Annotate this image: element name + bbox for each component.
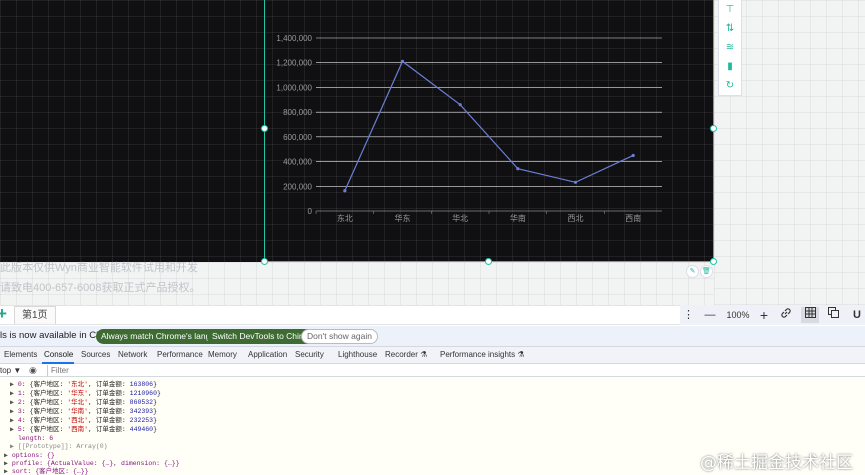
data-point[interactable]	[400, 59, 405, 63]
series-line	[344, 60, 634, 192]
license-notice-line-2: 请致电400-657-6008获取正式产品授权。	[0, 282, 201, 294]
x-tick-label: 华北	[452, 213, 468, 223]
language-info-bar: ls is now available in Chinese! Always m…	[0, 326, 865, 347]
console-row[interactable]: ▶ 4: {客户地区: '西北', 订单金额: 232253}	[10, 417, 157, 425]
copy-icon[interactable]	[826, 307, 840, 323]
tab-network[interactable]: Network	[118, 350, 147, 359]
link-icon[interactable]	[779, 307, 793, 323]
line-chart[interactable]: 0 200,000 400,000 600,000 800,000 1,000,000 1,…	[264, 0, 714, 262]
sort-icon[interactable]: ⇅	[719, 19, 741, 38]
y-tick-label: 400,000	[283, 158, 312, 167]
tab-lighthouse[interactable]: Lighthouse	[338, 350, 377, 359]
grid-icon[interactable]	[801, 307, 819, 323]
refresh-icon[interactable]: ↻	[719, 76, 741, 95]
zoom-out-button[interactable]: —	[703, 307, 717, 323]
tab-sources[interactable]: Sources	[81, 350, 110, 359]
y-tick-label: 1,000,000	[276, 83, 312, 92]
array-length: length: 6	[18, 435, 54, 442]
devtools-tabs: Elements Console Sources Network Perform…	[0, 347, 865, 364]
data-point[interactable]	[458, 103, 462, 107]
y-tick-label: 600,000	[283, 133, 312, 142]
tab-console[interactable]: Console	[44, 350, 73, 359]
filter-icon[interactable]: ⊤	[719, 0, 741, 19]
console-row[interactable]: ▶ 2: {客户地区: '华北', 订单金额: 860532}	[10, 399, 157, 407]
tab-performance[interactable]: Performance	[157, 350, 203, 359]
data-point[interactable]	[516, 167, 520, 171]
tab-performance-insights[interactable]: Performance insights ⚗	[440, 350, 525, 359]
data-point[interactable]	[343, 189, 347, 193]
zoom-level: 100%	[726, 310, 750, 320]
data-point[interactable]	[631, 153, 635, 158]
x-tick-label: 西南	[625, 213, 641, 223]
analysis-icon[interactable]: ≋	[719, 38, 741, 57]
add-page-button[interactable]: +	[0, 305, 9, 325]
x-tick-label: 西北	[568, 214, 584, 223]
context-selector[interactable]: top ▼	[0, 364, 21, 377]
magnet-icon[interactable]: U	[850, 307, 864, 323]
prototype-row[interactable]: ▶ [[Prototype]]: Array(0)	[10, 443, 108, 451]
tab-elements[interactable]: Elements	[4, 350, 37, 359]
eye-icon[interactable]: ◉	[29, 364, 37, 377]
tab-memory[interactable]: Memory	[208, 350, 237, 359]
more-options-icon[interactable]: ⋮	[683, 307, 694, 323]
tab-recorder[interactable]: Recorder ⚗	[385, 350, 427, 359]
sort-row[interactable]: ▶ sort: {客户地区: {…}}	[4, 468, 89, 475]
zoom-in-button[interactable]: +	[758, 307, 770, 323]
console-filter-bar: top ▼ ◉	[0, 364, 865, 377]
dashboard-canvas: 此版本仅供Wyn商业智能软件试用和开发 请致电400-657-6008获取正式产…	[0, 0, 865, 305]
license-notice-line-1: 此版本仅供Wyn商业智能软件试用和开发	[0, 262, 198, 274]
x-tick-label: 华东	[395, 213, 411, 223]
chart-type-icon[interactable]: ▮	[719, 57, 741, 76]
x-tick-label: 东北	[337, 213, 353, 223]
console-row[interactable]: ▶ 1: {客户地区: '华东', 订单金额: 1210960}	[10, 390, 161, 398]
options-row[interactable]: ▶ options: {}	[4, 452, 55, 460]
tab-application[interactable]: Application	[248, 350, 287, 359]
devtools-toolbar: ⋮ — 100% + U	[680, 305, 865, 325]
juejin-watermark: @稀土掘金技术社区	[700, 453, 853, 473]
y-tick-label: 1,400,000	[276, 34, 312, 43]
delete-icon[interactable]: 🗑	[700, 265, 713, 278]
console-row[interactable]: ▶ 5: {客户地区: '西南', 订单金额: 449460}	[10, 426, 157, 434]
edit-icon[interactable]: ✎	[686, 265, 699, 278]
profile-row[interactable]: ▶ profile: {ActualValue: {…}, dimension:…	[4, 460, 180, 468]
tab-security[interactable]: Security	[295, 350, 324, 359]
dont-show-again-button[interactable]: Don't show again	[301, 329, 378, 344]
tab-page-1[interactable]: 第1页	[14, 306, 56, 324]
y-tick-label: 200,000	[283, 182, 312, 191]
y-tick-label: 0	[308, 207, 313, 216]
console-filter-input[interactable]	[47, 365, 347, 376]
y-tick-label: 1,200,000	[276, 59, 312, 68]
console-row[interactable]: ▶ 3: {客户地区: '华南', 订单金额: 342393}	[10, 408, 157, 416]
y-tick-label: 800,000	[283, 108, 312, 117]
x-tick-label: 华南	[510, 213, 526, 223]
console-row[interactable]: ▶ 0: {客户地区: '东北', 订单金额: 163806}	[10, 381, 157, 389]
data-point[interactable]	[573, 180, 578, 184]
chart-side-toolbar: ⊤ ⇅ ≋ ▮ ↻	[718, 0, 742, 96]
